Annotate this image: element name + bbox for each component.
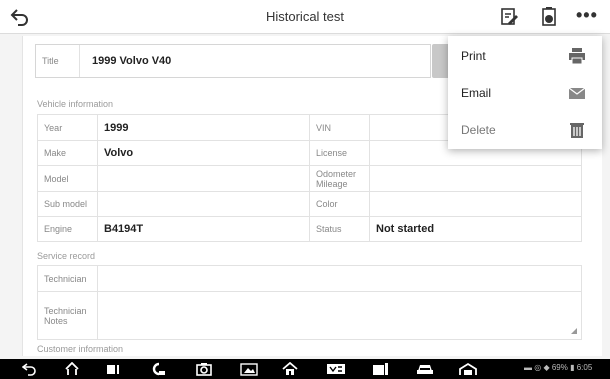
odometer-mileage-field[interactable] <box>369 165 582 192</box>
technician-notes-label: Technician Notes <box>37 291 98 340</box>
odometer-mileage-label: Odometer Mileage <box>309 165 370 192</box>
trash-icon <box>570 123 584 138</box>
menu-item-print[interactable]: Print <box>448 38 602 75</box>
technician-label: Technician <box>37 265 98 292</box>
wifi-icon: ◆ <box>543 363 550 372</box>
model-field[interactable] <box>97 165 310 192</box>
battery-test-icon[interactable] <box>372 362 390 376</box>
table-row: Model Odometer Mileage <box>37 165 582 192</box>
table-row: Engine B4194T Status Not started <box>37 216 582 242</box>
vin-label: VIN <box>309 114 370 141</box>
edit-report-icon[interactable] <box>499 6 519 28</box>
menu-item-label: Print <box>461 49 486 63</box>
engine-field[interactable]: B4194T <box>97 216 310 242</box>
message-icon: ▬ <box>524 363 532 372</box>
engine-label: Engine <box>37 216 98 242</box>
vehicle-menu-icon[interactable] <box>416 362 434 376</box>
status-field[interactable]: Not started <box>369 216 582 242</box>
make-label: Make <box>37 140 98 166</box>
sub-model-label: Sub model <box>37 191 98 217</box>
color-label: Color <box>309 191 370 217</box>
title-field[interactable]: Title 1999 Volvo V40 <box>35 44 431 78</box>
more-options-menu: Print Email Delete <box>448 36 602 149</box>
table-row: Sub model Color <box>37 191 582 217</box>
license-label: License <box>309 140 370 166</box>
status-label: Status <box>309 216 370 242</box>
menu-item-label: Delete <box>461 123 496 137</box>
recent-apps-icon[interactable] <box>105 362 121 376</box>
technician-notes-field[interactable] <box>97 291 582 340</box>
timer-report-icon[interactable] <box>539 6 559 28</box>
camera-icon[interactable] <box>196 362 212 376</box>
status-indicators: ▬ ◎ ◆ 69% ▮ 6:05 <box>524 363 592 372</box>
sub-model-field[interactable] <box>97 191 310 217</box>
year-label: Year <box>37 114 98 141</box>
app-top-bar: Historical test ••• <box>0 0 610 34</box>
back-icon[interactable] <box>22 362 36 376</box>
menu-item-label: Email <box>461 86 492 100</box>
table-row: Technician <box>37 265 582 292</box>
home-icon[interactable] <box>64 362 80 376</box>
menu-item-delete[interactable]: Delete <box>448 112 602 149</box>
technician-field[interactable] <box>97 265 582 292</box>
autel-home-icon[interactable] <box>282 362 298 376</box>
vehicle-information-heading: Vehicle information <box>37 99 114 109</box>
printer-icon <box>569 48 585 64</box>
battery-icon: ▮ <box>570 363 575 372</box>
make-field[interactable]: Volvo <box>97 140 310 166</box>
resize-handle-icon[interactable] <box>571 328 577 334</box>
title-field-label: Title <box>36 45 80 77</box>
year-field[interactable]: 1999 <box>97 114 310 141</box>
more-options-button[interactable]: ••• <box>576 6 598 24</box>
vci-status-icon[interactable] <box>326 362 346 376</box>
color-field[interactable] <box>369 191 582 217</box>
customer-information-heading: Customer information <box>37 344 124 354</box>
service-record-heading: Service record <box>37 251 96 261</box>
model-label: Model <box>37 165 98 192</box>
system-navigation-bar: ▬ ◎ ◆ 69% ▮ 6:05 <box>0 359 610 379</box>
menu-item-email[interactable]: Email <box>448 75 602 112</box>
clock-time: 6:05 <box>576 363 593 372</box>
vci-connection-icon[interactable] <box>150 362 168 376</box>
repair-shop-icon[interactable] <box>458 362 478 376</box>
screenshot-icon[interactable] <box>240 362 258 376</box>
title-field-value[interactable]: 1999 Volvo V40 <box>92 45 171 77</box>
table-row: Technician Notes <box>37 291 582 340</box>
service-record-table: Technician Technician Notes <box>37 265 582 340</box>
envelope-icon <box>568 87 586 99</box>
sync-icon: ◎ <box>534 363 542 372</box>
battery-percent: 69% <box>551 363 568 372</box>
